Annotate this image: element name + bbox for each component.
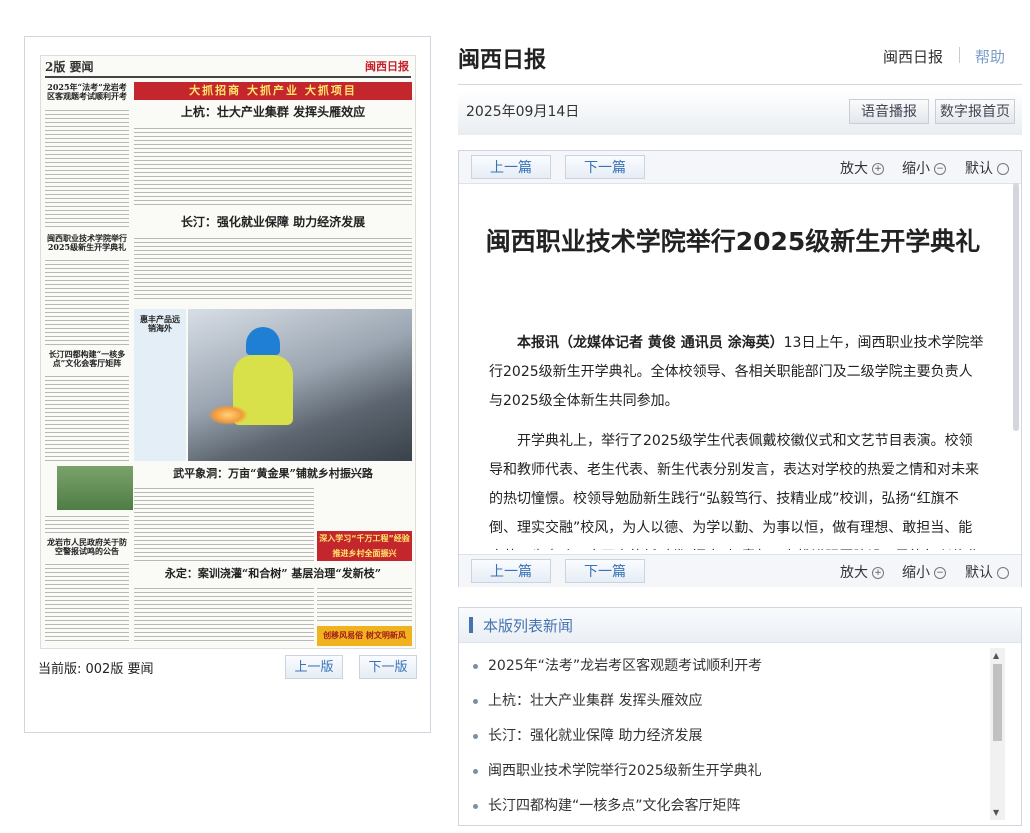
np-text-block <box>134 126 412 206</box>
bullet-icon <box>473 803 478 809</box>
digital-home-button[interactable]: 数字报首页 <box>935 99 1015 124</box>
zoom-out-label: 缩小 <box>902 161 930 177</box>
zoom-out-control[interactable]: 缩小 − <box>902 158 946 178</box>
np-left-headline-3: 长汀四都构建“一核多点”文化会客厅矩阵 <box>48 349 126 369</box>
scroll-down-icon[interactable]: ▼ <box>993 808 999 817</box>
np-left-headline-1: 2025年“法考”龙岩考区客观题考试顺利开考 <box>47 82 127 102</box>
article-lead-paragraph: 本报讯（龙媒体记者 黄俊 通讯员 涂海英）13日上午，闽西职业技术学院举行202… <box>489 329 985 416</box>
np-left-headline-2: 闽西职业技术学院举行2025级新生开学典礼 <box>47 233 127 253</box>
np-text-block <box>134 586 314 644</box>
news-item-label: 2025年“法考”龙岩考区客观题考试顺利开考 <box>488 658 763 674</box>
minus-icon: − <box>934 567 946 579</box>
news-item-label: 闽西职业技术学院举行2025级新生开学典礼 <box>488 763 762 779</box>
np-text-block <box>134 486 314 562</box>
bullet-icon <box>473 663 478 669</box>
help-link[interactable]: 帮助 <box>975 46 1005 67</box>
paper-page-number: 2版 要闻 <box>45 60 94 74</box>
np-text-block <box>45 108 129 228</box>
np-photo-caption: 惠丰产品远销海外 <box>140 314 180 334</box>
zoom-default-control-bottom[interactable]: 默认 <box>965 562 1009 582</box>
np-text-block <box>45 374 129 462</box>
np-headline-3: 武平象洞：万亩“黄金果”铺就乡村振兴路 <box>173 467 373 480</box>
np-left-photo <box>57 466 133 510</box>
scroll-up-icon[interactable]: ▲ <box>993 651 999 660</box>
home-link[interactable]: 闽西日报 <box>883 46 943 67</box>
zoom-in-label: 放大 <box>840 565 868 581</box>
article-scrollbar[interactable] <box>1012 183 1021 550</box>
news-item-label: 长汀四都构建“一核多点”文化会客厅矩阵 <box>488 798 741 814</box>
prev-page-button[interactable]: 上一版 <box>285 655 343 679</box>
plus-icon: + <box>872 163 884 175</box>
article-title: 闽西职业技术学院举行2025级新生开学典礼 <box>485 227 981 256</box>
article-panel: 上一篇 下一篇 放大 + 缩小 − 默认 闽西职业技术学院举行2025级新生开学典礼… <box>458 150 1022 587</box>
zoom-in-control[interactable]: 放大 + <box>840 158 884 178</box>
news-list-scroll-thumb[interactable] <box>993 664 1002 741</box>
np-text-block <box>45 562 129 642</box>
prev-article-button[interactable]: 上一篇 <box>471 155 551 179</box>
zoom-default-label: 默认 <box>965 161 993 177</box>
bullet-icon <box>473 733 478 739</box>
plus-icon: + <box>872 567 884 579</box>
zoom-default-control[interactable]: 默认 <box>965 158 1009 178</box>
paper-rule <box>45 76 411 78</box>
news-list-panel: 本版列表新闻 2025年“法考”龙岩考区客观题考试顺利开考 上杭：壮大产业集群 … <box>458 607 1022 826</box>
np-main-photo <box>188 309 412 461</box>
zoom-out-label: 缩小 <box>902 565 930 581</box>
voice-broadcast-button[interactable]: 语音播报 <box>849 99 929 124</box>
next-article-button[interactable]: 下一篇 <box>565 155 645 179</box>
article-scroll-thumb[interactable] <box>1013 183 1019 431</box>
news-list-item[interactable]: 闽西职业技术学院举行2025级新生开学典礼 <box>473 760 762 780</box>
current-page-label: 当前版: 002版 要闻 <box>38 662 154 677</box>
sparks-shape <box>208 405 248 425</box>
np-headline-4: 永定：案训浇灌“和合树” 基层治理“发新枝” <box>164 567 382 580</box>
np-bottom-strip: 创移风易俗 树文明新风 <box>317 626 412 646</box>
newspaper-page-image[interactable]: 2版 要闻 闽西日报 2025年“法考”龙岩考区客观题考试顺利开考 闽西职业技术… <box>40 55 416 649</box>
circle-icon <box>997 163 1009 175</box>
np-headline-2: 长汀：强化就业保障 助力经济发展 <box>180 215 366 229</box>
news-list-item[interactable]: 上杭：壮大产业集群 发挥头雁效应 <box>473 690 702 710</box>
zoom-in-control-bottom[interactable]: 放大 + <box>840 562 884 582</box>
np-headline-1: 上杭：壮大产业集群 发挥头雁效应 <box>180 105 366 119</box>
paper-masthead: 闽西日报 <box>365 60 409 73</box>
news-list-title: 本版列表新闻 <box>483 617 574 635</box>
minus-icon: − <box>934 163 946 175</box>
news-item-label: 上杭：壮大产业集群 发挥头雁效应 <box>488 693 703 709</box>
next-page-button[interactable]: 下一版 <box>359 655 417 679</box>
news-list-header: 本版列表新闻 <box>459 608 1021 643</box>
np-text-block <box>134 236 412 302</box>
date-bar: 2025年09月14日 语音播报 数字报首页 <box>458 91 1022 135</box>
article-byline: 本报讯（龙媒体记者 黄俊 通讯员 涂海英） <box>517 335 784 351</box>
helmet-shape <box>246 327 280 355</box>
news-list-item[interactable]: 长汀：强化就业保障 助力经济发展 <box>473 725 702 745</box>
page-preview-panel: 2版 要闻 闽西日报 2025年“法考”龙岩考区客观题考试顺利开考 闽西职业技术… <box>24 36 431 733</box>
news-list-item[interactable]: 2025年“法考”龙岩考区客观题考试顺利开考 <box>473 655 762 675</box>
article-paragraph-2: 开学典礼上，举行了2025级学生代表佩戴校徽仪式和文艺节目表演。校领导和教师代表… <box>489 433 980 550</box>
np-red-box: 深入学习“千万工程”经验 推进乡村全面振兴 <box>317 531 412 561</box>
article-content[interactable]: 闽西职业技术学院举行2025级新生开学典礼 本报讯（龙媒体记者 黄俊 通讯员 涂… <box>459 183 1021 550</box>
circle-icon <box>997 567 1009 579</box>
site-title: 闽西日报 <box>458 48 547 73</box>
bullet-icon <box>473 698 478 704</box>
divider <box>959 47 960 63</box>
header-accent-bar <box>469 617 473 633</box>
news-list-item[interactable]: 长汀四都构建“一核多点”文化会客厅矩阵 <box>473 795 741 815</box>
np-text-block <box>45 258 129 346</box>
np-text-block <box>45 514 129 534</box>
article-toolbar-top: 上一篇 下一篇 放大 + 缩小 − 默认 <box>459 151 1021 184</box>
next-article-button-bottom[interactable]: 下一篇 <box>565 559 645 583</box>
news-item-label: 长汀：强化就业保障 助力经济发展 <box>488 728 703 744</box>
np-left-headline-4: 龙岩市人民政府关于防空警报试鸣的公告 <box>47 537 127 557</box>
zoom-default-label: 默认 <box>965 565 993 581</box>
issue-date: 2025年09月14日 <box>466 104 580 120</box>
title-bar: 闽西日报 闽西日报 帮助 <box>458 40 1022 85</box>
zoom-in-label: 放大 <box>840 161 868 177</box>
zoom-out-control-bottom[interactable]: 缩小 − <box>902 562 946 582</box>
bullet-icon <box>473 768 478 774</box>
article-toolbar-bottom: 上一篇 下一篇 放大 + 缩小 − 默认 <box>459 554 1021 587</box>
np-photo-caption-box: 惠丰产品远销海外 <box>134 309 186 461</box>
prev-article-button-bottom[interactable]: 上一篇 <box>471 559 551 583</box>
news-list-scrollbar[interactable]: ▲ ▼ <box>990 648 1005 820</box>
np-text-block <box>317 586 412 622</box>
np-banner: 大抓招商 大抓产业 大抓项目 <box>134 82 412 100</box>
